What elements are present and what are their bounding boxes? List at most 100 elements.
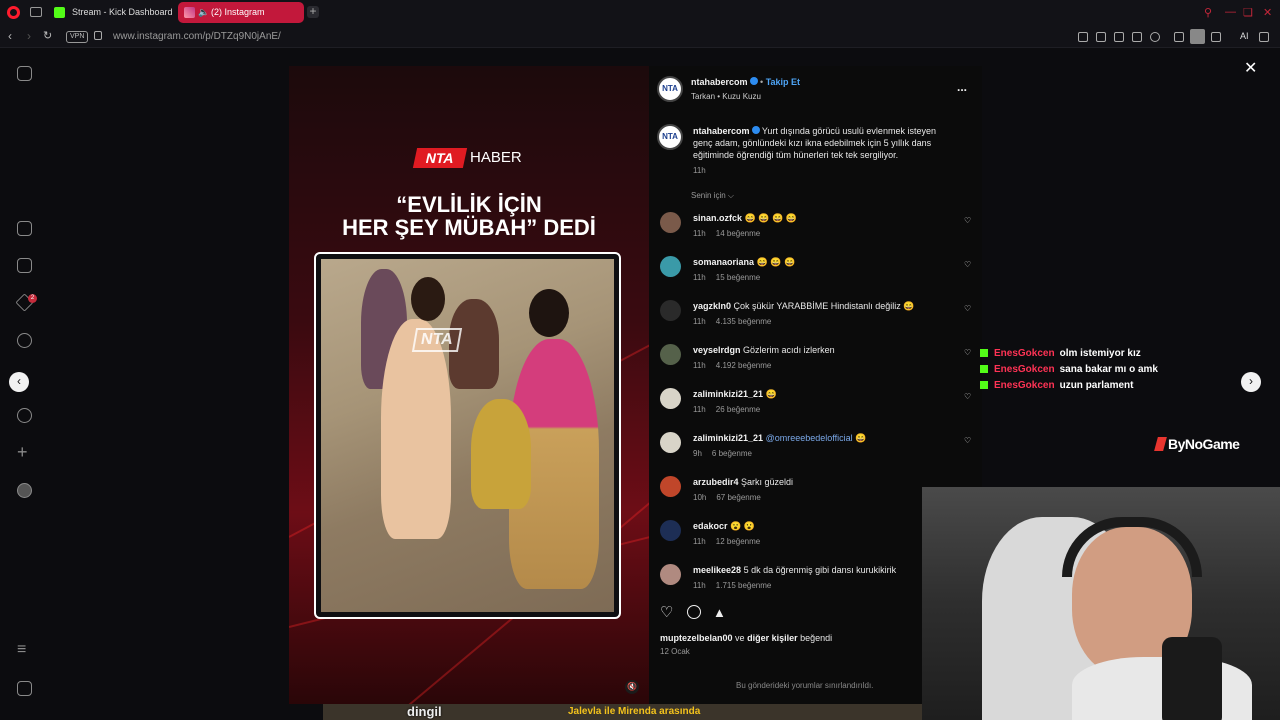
download-icon[interactable] [1211,32,1221,42]
opera-menu-icon[interactable] [7,6,20,19]
like-comment-icon[interactable]: ♡ [964,304,972,313]
comment-user[interactable]: zaliminkizi21_21 [693,389,763,399]
next-post-button[interactable]: › [1241,372,1261,392]
previous-post-button[interactable]: ‹ [9,372,29,392]
comment-text: 😄 😄 😄 [756,257,796,267]
strip-text-left: dingil [407,704,442,719]
commenter-avatar[interactable] [660,388,681,409]
maximize-icon[interactable]: ❏ [1243,6,1253,19]
like-comment-icon[interactable]: ♡ [964,392,972,401]
like-comment-icon[interactable]: ♡ [964,436,972,445]
comment-likes[interactable]: 1.715 beğenme [716,581,772,590]
speaker-icon[interactable]: 🔈 [198,2,209,23]
comment-user[interactable]: edakocr [693,521,728,531]
comment-likes[interactable]: 12 beğenme [716,537,760,546]
comment-likes[interactable]: 6 beğenme [712,449,752,458]
like-post-icon[interactable]: ♡ [660,605,675,620]
tab-instagram[interactable]: 🔈 (2) Instagram [178,2,304,23]
like-comment-icon[interactable]: ♡ [964,216,972,225]
comment-item: veyselrdgn Gözlerim acıdı izlerken 11h 4.… [649,344,982,388]
new-tab-button[interactable]: + [307,5,319,18]
comment-text: 😄 [765,389,777,399]
comment-mention[interactable]: @omreeebedelofficial [766,433,853,443]
commenter-avatar[interactable] [660,300,681,321]
kick-icon [980,365,988,373]
more-menu-icon[interactable]: ≡ [17,642,32,658]
commenter-avatar[interactable] [660,520,681,541]
commenter-avatar[interactable] [660,432,681,453]
crop-icon[interactable] [1114,32,1124,42]
minimize-icon[interactable]: — [1225,6,1236,18]
commenter-avatar[interactable] [660,344,681,365]
post-media[interactable]: NTA HABER “EVLİLİK İÇİN HER ŞEY MÜBAH” D… [289,66,649,704]
commenter-avatar[interactable] [660,256,681,277]
tab-kick-dashboard[interactable]: Stream - Kick Dashboard [48,2,173,23]
bynogame-mark-icon [1154,437,1167,451]
snapshot-icon[interactable] [1096,32,1106,42]
easy-setup-icon[interactable] [1259,32,1269,42]
notifications-heart-icon[interactable] [17,408,32,423]
liked-by-others[interactable]: diğer kişiler [747,633,798,643]
reload-icon[interactable]: ↻ [43,29,52,42]
liked-by-user[interactable]: muptezelbelan00 [660,633,733,643]
lock-icon[interactable] [94,31,102,40]
comment-likes[interactable]: 4.135 beğenme [716,317,772,326]
sort-dropdown[interactable]: Senin için ⌵ [691,191,734,201]
chat-message: EnesGokcen olm istemiyor kız [980,348,1141,359]
comment-user[interactable]: meelikee28 [693,565,741,575]
also-from-meta-icon[interactable] [17,681,32,696]
comment-user[interactable]: somanaoriana [693,257,754,267]
close-post-icon[interactable]: ✕ [1244,58,1257,78]
profile-avatar-icon[interactable] [17,483,32,498]
forward-icon[interactable]: › [27,29,31,43]
bookmark-icon[interactable] [1078,32,1088,42]
comment-likes[interactable]: 26 beğenme [716,405,760,414]
author-name[interactable]: ntahabercom [691,77,748,87]
chat-message: EnesGokcen uzun parlament [980,380,1134,391]
url-field[interactable]: www.instagram.com/p/DTZq9N0jAnE/ [113,31,281,42]
search-icon[interactable] [17,333,32,348]
close-window-icon[interactable]: ✕ [1263,6,1272,19]
comment-user[interactable]: zaliminkizi21_21 [693,433,763,443]
heart-icon[interactable] [1150,32,1160,42]
comment-user[interactable]: yagzkln0 [693,301,731,311]
comment-likes[interactable]: 15 beğenme [716,273,760,282]
share-icon[interactable]: ▲ [713,605,728,620]
comment-user[interactable]: veyselrdgn [693,345,741,355]
like-comment-icon[interactable]: ♡ [964,348,972,357]
instagram-logo-icon[interactable] [17,66,32,81]
comment-likes[interactable]: 14 beğenme [716,229,760,238]
workspaces-icon[interactable] [30,7,42,17]
extensions-icon[interactable] [1174,32,1184,42]
logo-box: NTA [412,148,468,168]
commenter-avatar[interactable] [660,212,681,233]
search-tabs-icon[interactable]: ⚲ [1204,6,1212,19]
comment-likes[interactable]: 67 beğenme [716,493,760,502]
aria-ai-button[interactable]: AI [1240,31,1249,41]
comment-likes[interactable]: 4.192 beğenme [716,361,772,370]
comment-icon[interactable] [687,605,701,619]
like-comment-icon[interactable]: ♡ [964,260,972,269]
home-icon[interactable] [17,221,32,236]
commenter-avatar[interactable] [660,564,681,585]
follow-button[interactable]: Takip Et [766,77,800,87]
comment-user[interactable]: sinan.ozfck [693,213,742,223]
caption-avatar[interactable]: NTA [657,124,683,150]
create-icon[interactable]: + [17,443,32,461]
comment-user[interactable]: arzubedir4 [693,477,739,487]
comment-time: 11h [693,317,706,326]
chat-text: olm istemiyor kız [1059,348,1141,359]
author-avatar[interactable]: NTA [657,76,683,102]
audio-label[interactable]: Tarkan • Kuzu Kuzu [691,92,761,101]
reels-icon[interactable] [17,258,32,273]
player-icon[interactable] [1132,32,1142,42]
comment-text: 😮 😮 [730,521,755,531]
more-options-icon[interactable]: ... [957,80,967,94]
caption-author[interactable]: ntahabercom [693,126,750,136]
comment-time: 11h [693,537,706,546]
profile-avatar[interactable] [1190,29,1205,44]
vpn-badge[interactable]: VPN [66,31,89,43]
commenter-avatar[interactable] [660,476,681,497]
back-icon[interactable]: ‹ [8,29,12,43]
mute-button[interactable]: 🔇 [625,680,639,694]
